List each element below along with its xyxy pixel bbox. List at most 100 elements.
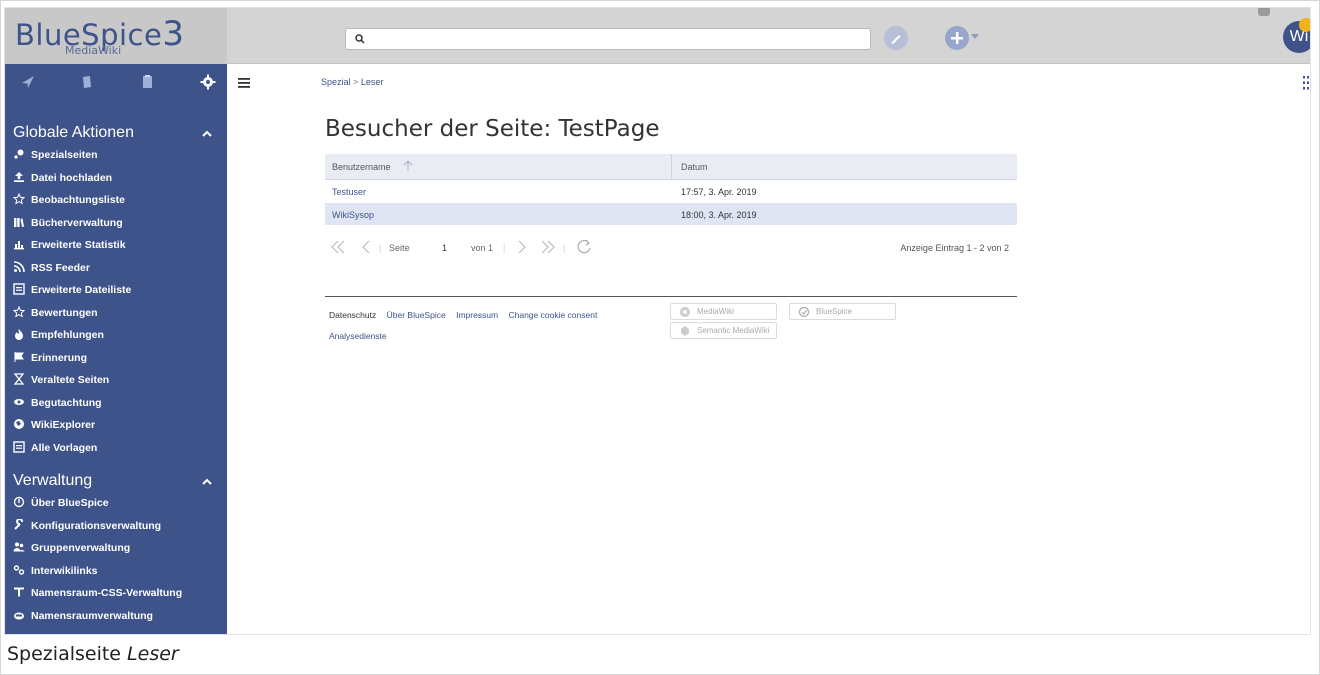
sidebar-item-begutachtung[interactable]: Begutachtung — [13, 393, 223, 413]
globe-icon — [14, 419, 24, 429]
sidebar-item-datei-hochladen[interactable]: Datei hochladen — [13, 168, 223, 188]
logo-subtitle: MediaWiki — [65, 44, 122, 57]
sidebar-item-label: Empfehlungen — [31, 329, 104, 341]
flag-icon — [14, 351, 24, 362]
page-title: Besucher der Seite: TestPage — [325, 116, 660, 142]
column-header-date[interactable]: Datum — [681, 162, 708, 172]
paging-info: Anzeige Eintrag 1 - 2 von 2 — [900, 243, 1009, 253]
sidebar-item-erweiterte-statistik[interactable]: Erweiterte Statistik — [13, 235, 223, 255]
pencil-icon — [891, 35, 901, 44]
upload-icon — [14, 171, 24, 182]
refresh-icon[interactable] — [575, 238, 593, 256]
sidebar-item-namensraumverwaltung[interactable]: Namensraumverwaltung — [13, 606, 223, 626]
footer-link-analytics[interactable]: Analysedienste — [329, 331, 387, 341]
sidebar-tools — [5, 64, 227, 100]
footer-link-cookie-consent[interactable]: Change cookie consent — [508, 310, 597, 320]
sidebar-item-label: Datei hochladen — [31, 171, 113, 184]
star-icon — [13, 305, 25, 318]
sidebar-item-label: Über BlueSpice — [31, 497, 109, 509]
footer-link-about[interactable]: Über BlueSpice — [387, 310, 446, 320]
menu-icon[interactable] — [238, 78, 250, 88]
chart-icon — [14, 241, 24, 250]
row-username[interactable]: Testuser — [332, 187, 366, 197]
eye-icon — [14, 398, 24, 405]
mediawiki-badge[interactable]: MediaWiki — [670, 303, 777, 320]
row-date: 18:00, 3. Apr. 2019 — [681, 210, 757, 220]
template-icon — [13, 440, 25, 453]
clipboard-icon[interactable] — [138, 73, 156, 91]
sidebar-item-alle-vorlagen[interactable]: Alle Vorlagen — [13, 438, 223, 458]
sidebar-item-veraltete-seiten[interactable]: Veraltete Seiten — [13, 370, 223, 390]
chevron-up-icon[interactable] — [201, 128, 213, 140]
page-count: von 1 — [471, 243, 494, 253]
semantic-mediawiki-badge-label: Semantic MediaWiki — [697, 326, 770, 335]
apps-grid-icon[interactable] — [1303, 76, 1309, 90]
search-input[interactable] — [345, 28, 871, 50]
last-page-icon[interactable] — [539, 238, 557, 256]
sidebar-item-label: Namensraum-CSS-Verwaltung — [31, 587, 183, 599]
rss-icon — [13, 260, 25, 272]
breadcrumb-separator: > — [353, 77, 359, 87]
page-number-input[interactable]: 1 — [442, 243, 447, 253]
sidebar-item-erinnerung[interactable]: Erinnerung — [13, 348, 223, 368]
chevron-down-icon[interactable] — [971, 34, 979, 39]
sidebar-item-label: Beobachtungsliste — [31, 194, 125, 206]
sidebar-item-label: Gruppenverwaltung — [31, 542, 131, 554]
column-divider — [671, 154, 672, 180]
mediawiki-badge-label: MediaWiki — [697, 307, 734, 316]
close-icon[interactable] — [1258, 8, 1270, 16]
sidebar-item-label: Erweiterte Statistik — [31, 239, 126, 251]
edit-button[interactable] — [884, 26, 908, 50]
pager-divider: | — [503, 243, 506, 253]
mediawiki-icon — [680, 307, 690, 317]
sidebar-group-title[interactable]: Verwaltung — [13, 472, 92, 490]
chevron-up-icon[interactable] — [201, 476, 213, 488]
table-header: Benutzername Datum — [325, 154, 1017, 180]
sidebar-item-namensraum-css-verwaltung[interactable]: Namensraum-CSS-Verwaltung — [13, 583, 223, 603]
screenshot: BlueSpice3 MediaWiki Wi Globale Aktionen… — [4, 7, 1311, 635]
previous-page-icon[interactable] — [357, 238, 375, 256]
table-row-selected[interactable]: WikiSysop 18:00, 3. Apr. 2019 — [325, 203, 1017, 226]
sidebar-item-beobachtungsliste[interactable]: Beobachtungsliste — [13, 190, 223, 210]
sort-ascending-icon[interactable] — [403, 160, 413, 172]
first-page-icon[interactable] — [329, 238, 347, 256]
footer-link-imprint[interactable]: Impressum — [456, 310, 498, 320]
sidebar-item-spezialseiten[interactable]: Spezialseiten — [13, 145, 223, 165]
bluespice-badge[interactable]: BlueSpice — [789, 303, 896, 320]
sidebar-item-gruppenverwaltung[interactable]: Gruppenverwaltung — [13, 538, 223, 558]
sidebar-item-rss-feeder[interactable]: RSS Feeder — [13, 258, 223, 278]
sidebar-item-label: Erweiterte Dateiliste — [31, 284, 132, 296]
gear-icon[interactable] — [199, 73, 217, 91]
logo[interactable]: BlueSpice3 MediaWiki — [5, 8, 227, 64]
breadcrumb-root[interactable]: Spezial — [321, 77, 351, 87]
breadcrumb-current[interactable]: Leser — [361, 77, 384, 87]
table-row[interactable]: Testuser 17:57, 3. Apr. 2019 — [325, 180, 1017, 203]
row-date: 17:57, 3. Apr. 2019 — [681, 187, 757, 197]
hourglass-icon — [13, 373, 25, 385]
sidebar-item-bewertungen[interactable]: Bewertungen — [13, 303, 223, 323]
books-icon — [14, 217, 24, 227]
sidebar-item-label: Begutachtung — [31, 396, 102, 409]
semantic-mediawiki-badge[interactable]: Semantic MediaWiki — [670, 322, 777, 339]
sidebar-item-konfigurationsverwaltung[interactable]: Konfigurationsverwaltung — [13, 516, 223, 536]
pager-divider: | — [379, 243, 382, 253]
next-page-icon[interactable] — [513, 238, 531, 256]
sidebar-group-title[interactable]: Globale Aktionen — [13, 124, 134, 142]
row-username[interactable]: WikiSysop — [332, 210, 374, 220]
sidebar-item-label: Namensraumverwaltung — [31, 609, 153, 622]
sidebar-item-label: Interwikilinks — [31, 564, 98, 577]
sidebar-item-empfehlungen[interactable]: Empfehlungen — [13, 325, 223, 345]
sidebar-item-interwikilinks[interactable]: Interwikilinks — [13, 561, 223, 581]
sidebar-item-label: Alle Vorlagen — [31, 441, 98, 454]
sidebar-item-wikiexplorer[interactable]: WikiExplorer — [13, 415, 223, 435]
readers-table: Benutzername Datum Testuser 17:57, 3. Ap… — [325, 154, 1017, 226]
sidebar-item-ber-bluespice[interactable]: Über BlueSpice — [13, 493, 223, 513]
footer-link-privacy[interactable]: Datenschutz — [329, 310, 376, 320]
figure-caption: Spezialseite Leser — [7, 643, 179, 665]
navigation-icon[interactable] — [19, 73, 37, 91]
sidebar-item-erweiterte-dateiliste[interactable]: Erweiterte Dateiliste — [13, 280, 223, 300]
column-header-username[interactable]: Benutzername — [332, 162, 391, 172]
add-button[interactable] — [945, 26, 969, 50]
sidebar-item-b-cherverwaltung[interactable]: Bücherverwaltung — [13, 213, 223, 233]
book-icon[interactable] — [78, 73, 96, 91]
